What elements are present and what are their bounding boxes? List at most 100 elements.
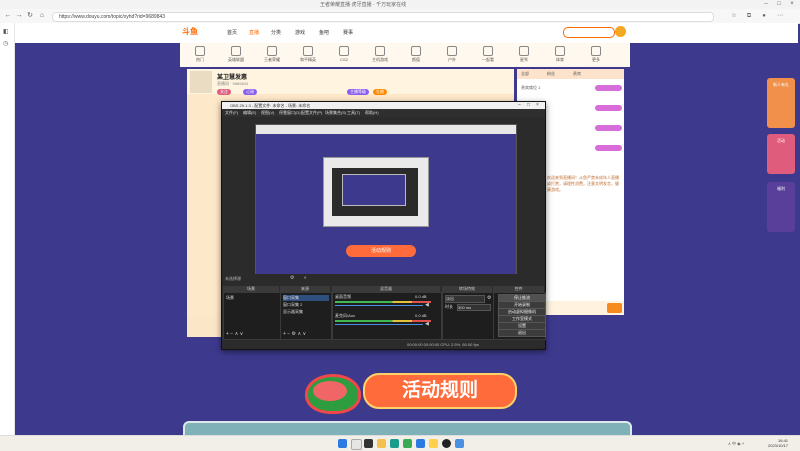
obs-menu-item[interactable]: 视图(V) bbox=[261, 110, 274, 116]
sidebar-toggle-icon[interactable]: ◧ bbox=[3, 28, 9, 35]
nav-item[interactable]: 赛事 bbox=[343, 29, 353, 36]
minimize-icon[interactable]: – bbox=[762, 1, 770, 7]
exit-button[interactable]: 退出 bbox=[498, 329, 546, 337]
category-item[interactable]: 星秀 bbox=[510, 45, 538, 65]
site-logo[interactable]: 斗鱼 bbox=[182, 26, 210, 38]
nav-item[interactable]: 鱼吧 bbox=[319, 29, 329, 36]
tab-fans[interactable]: 粉丝 bbox=[547, 71, 555, 77]
duration-input[interactable]: 300 ms bbox=[457, 304, 491, 311]
close-icon[interactable]: × bbox=[788, 1, 796, 7]
home-icon[interactable]: ⌂ bbox=[38, 12, 46, 20]
obs-menu-item[interactable]: 工具(T) bbox=[347, 110, 360, 116]
obs-titlebar: OBS 29.1.3 - 配置文件: 未命名 - 场景: 未命名 – □ × bbox=[222, 102, 545, 109]
float-ad[interactable]: 活动 bbox=[767, 134, 795, 174]
search-icon[interactable] bbox=[351, 439, 362, 450]
category-item[interactable]: 主机游戏 bbox=[366, 45, 394, 65]
explorer-icon[interactable] bbox=[377, 439, 386, 448]
obs-close-icon[interactable]: × bbox=[536, 102, 539, 108]
profile-icon[interactable]: ● bbox=[760, 12, 768, 20]
category-item[interactable]: 和平精英 bbox=[294, 45, 322, 65]
category-bar: 热门 英雄联盟 王者荣耀 和平精英 CS2 主机游戏 颜值 户外 一起看 星秀 … bbox=[180, 43, 630, 67]
category-item[interactable]: 颜值 bbox=[402, 45, 430, 65]
category-item[interactable]: 更多 bbox=[582, 45, 610, 65]
back-icon[interactable]: ← bbox=[4, 12, 12, 20]
audio-meter bbox=[335, 301, 431, 303]
category-item[interactable]: 体育 bbox=[546, 45, 574, 65]
mixer-track-name: 麦克风/Aux bbox=[335, 313, 356, 318]
obs-menu-item[interactable]: 编辑(E) bbox=[243, 110, 256, 116]
chat-tabs: 全部 粉丝 贵宾 bbox=[517, 69, 624, 79]
extensions-icon[interactable]: ⧉ bbox=[745, 12, 753, 20]
obs-menu-item[interactable]: 文件(F) bbox=[225, 110, 238, 116]
refresh-icon[interactable]: ↻ bbox=[26, 12, 34, 20]
gear-icon[interactable]: ⚙ bbox=[290, 275, 294, 281]
menu-icon[interactable]: ⋯ bbox=[776, 12, 784, 20]
streamer-avatar[interactable] bbox=[190, 71, 212, 93]
obs-maximize-icon[interactable]: □ bbox=[527, 102, 530, 108]
chrome-icon[interactable] bbox=[403, 439, 412, 448]
browser-icon[interactable] bbox=[416, 439, 425, 448]
send-button[interactable] bbox=[607, 303, 622, 313]
streamer-pill[interactable]: 关注 bbox=[217, 89, 231, 95]
files-icon[interactable] bbox=[429, 439, 438, 448]
history-icon[interactable]: ◷ bbox=[3, 40, 8, 47]
forward-icon[interactable]: → bbox=[15, 12, 23, 20]
transitions-dock: 淡出 ⚙ 时长 300 ms bbox=[442, 292, 494, 340]
gear-icon[interactable]: ⚙ bbox=[487, 295, 491, 301]
add-scene-icon[interactable]: + − ∧ ∨ bbox=[226, 331, 243, 337]
edge-icon[interactable] bbox=[390, 439, 399, 448]
volume-slider[interactable] bbox=[335, 324, 423, 325]
obs-menu-item[interactable]: 帮助(H) bbox=[365, 110, 379, 116]
speaker-icon[interactable]: ◀ bbox=[425, 321, 429, 327]
preview-nested-preview bbox=[342, 174, 406, 206]
volume-slider[interactable] bbox=[335, 305, 423, 306]
float-ad[interactable]: 新人有礼 bbox=[767, 78, 795, 128]
filter-icon[interactable]: ◐ bbox=[304, 275, 307, 281]
category-item[interactable]: 王者荣耀 bbox=[258, 45, 286, 65]
transition-select[interactable]: 淡出 bbox=[445, 295, 485, 303]
obs-preview[interactable]: 活动规则 bbox=[255, 124, 517, 275]
tab-all[interactable]: 全部 bbox=[521, 71, 529, 77]
maximize-icon[interactable]: □ bbox=[775, 1, 783, 7]
system-tray[interactable]: ∧ 中 ◉ ⚡ bbox=[728, 441, 745, 447]
scenes-dock: 场景 + − ∧ ∨ bbox=[223, 292, 281, 340]
obs-menu-item[interactable]: 配置文件(P) bbox=[301, 110, 322, 116]
streamer-pill[interactable]: 礼物 bbox=[373, 89, 387, 95]
activity-title: 活动规则 bbox=[363, 373, 517, 409]
obs-icon[interactable] bbox=[442, 439, 451, 448]
category-item[interactable]: CS2 bbox=[330, 45, 358, 65]
rank-item[interactable]: 贵宾席位 1 bbox=[521, 85, 540, 91]
site-search-input[interactable] bbox=[563, 27, 615, 38]
streamer-pill[interactable]: 订阅 bbox=[243, 89, 257, 95]
source-item[interactable]: 窗口采集 bbox=[283, 295, 329, 301]
nav-item[interactable]: 首页 bbox=[227, 29, 237, 36]
nav-item[interactable]: 直播 bbox=[249, 29, 259, 36]
speaker-icon[interactable]: ◀ bbox=[425, 302, 429, 308]
nav-item[interactable]: 游戏 bbox=[295, 29, 305, 36]
streamer-name[interactable]: 某卫慧发惠 bbox=[217, 72, 247, 81]
obs-menu-item[interactable]: 场景集合(S) bbox=[325, 110, 346, 116]
tab-vip[interactable]: 贵宾 bbox=[573, 71, 581, 77]
address-bar[interactable]: https://www.douyu.com/topic/xyhd?rid=968… bbox=[52, 12, 714, 22]
avatar[interactable] bbox=[615, 26, 626, 37]
obs-minimize-icon[interactable]: – bbox=[518, 102, 521, 108]
category-item[interactable]: 热门 bbox=[186, 45, 214, 65]
float-ad[interactable]: 福利 bbox=[767, 182, 795, 232]
category-item[interactable]: 一起看 bbox=[474, 45, 502, 65]
streamer-pill[interactable]: 主播等级 bbox=[347, 89, 369, 95]
source-item[interactable]: 显示器采集 bbox=[283, 309, 303, 315]
store-icon[interactable] bbox=[455, 439, 464, 448]
category-item[interactable]: 英雄联盟 bbox=[222, 45, 250, 65]
obs-menu-item[interactable]: 停靠窗口(D) bbox=[279, 110, 301, 116]
scene-item[interactable]: 场景 bbox=[226, 295, 234, 301]
task-view-icon[interactable] bbox=[364, 439, 373, 448]
add-source-icon[interactable]: + − ⚙ ∧ ∨ bbox=[283, 331, 306, 337]
activity-banner[interactable]: 活动规则 bbox=[305, 368, 525, 414]
sources-dock: 窗口采集 窗口采集 2 显示器采集 + − ⚙ ∧ ∨ bbox=[280, 292, 332, 340]
clock[interactable]: 16:41 2023/10/17 bbox=[768, 438, 788, 448]
start-icon[interactable] bbox=[338, 439, 347, 448]
star-icon[interactable]: ☆ bbox=[730, 12, 738, 20]
nav-item[interactable]: 分类 bbox=[271, 29, 281, 36]
source-item[interactable]: 窗口采集 2 bbox=[283, 302, 302, 308]
category-item[interactable]: 户外 bbox=[438, 45, 466, 65]
